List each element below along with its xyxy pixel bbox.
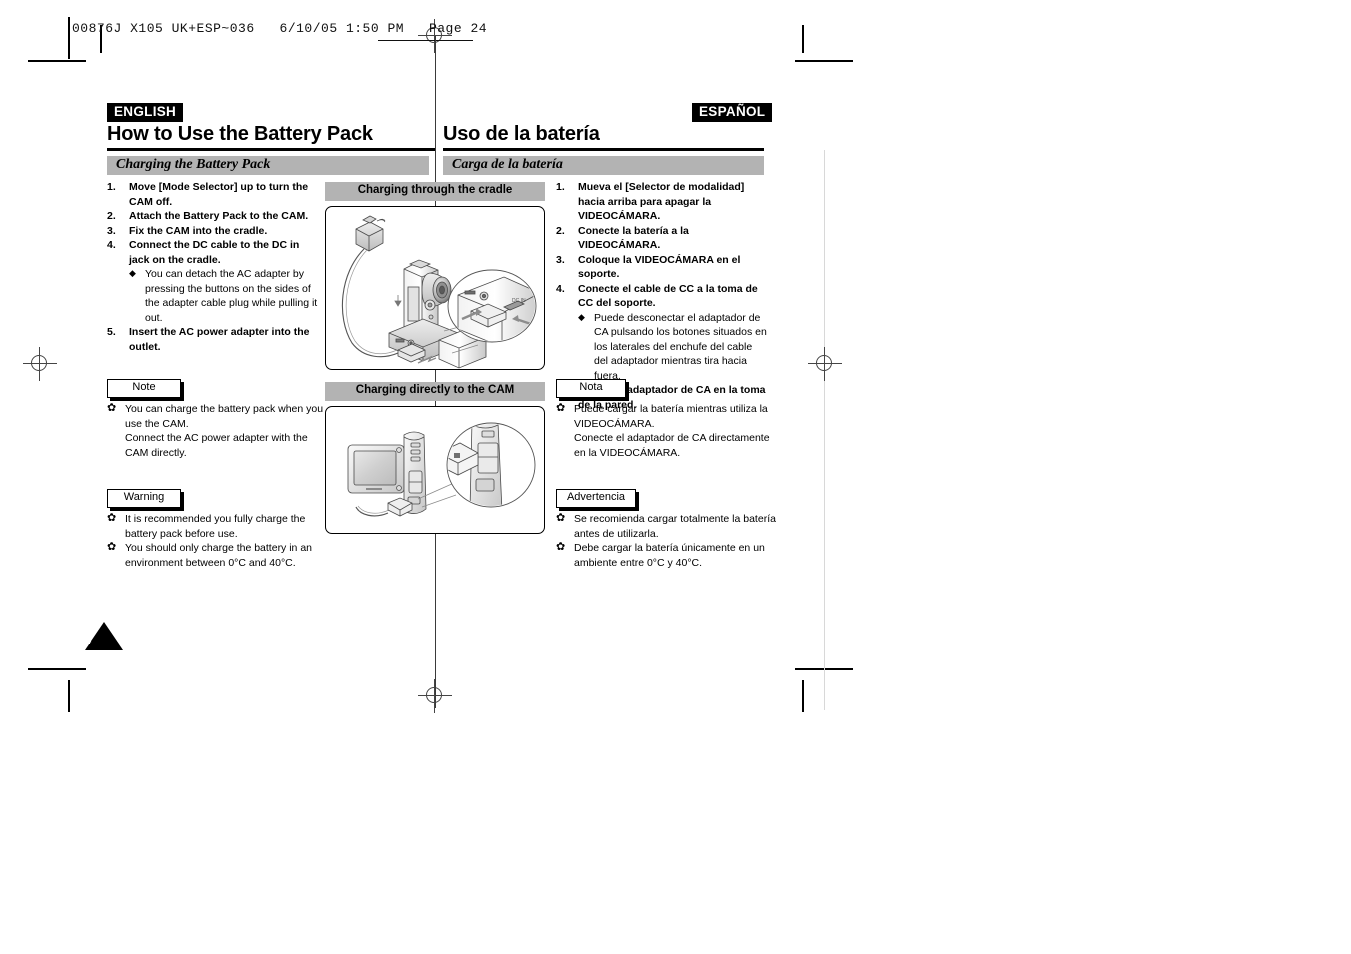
illustration-panel-cradle: DC IN: [325, 206, 545, 370]
diamond-bullet-icon: ◆: [129, 268, 136, 278]
step-item: 3. Fix the CAM into the cradle.: [107, 224, 319, 239]
step-number: 4.: [107, 239, 116, 251]
illustration-caption-1: Charging through the cradle: [325, 182, 545, 201]
language-badge-english: ENGLISH: [107, 103, 184, 122]
clover-bullet-icon: ✿: [107, 512, 117, 524]
steps-list-english: 1. Move [Mode Selector] up to turn the C…: [107, 180, 319, 354]
section-heading-spanish-text: Carga de la batería: [452, 157, 563, 172]
bullet-text: Se recomienda cargar totalmente la bater…: [574, 513, 776, 540]
step-text: Conecte el cable de CC a la toma de CC d…: [578, 282, 758, 310]
bullet-text: Debe cargar la batería únicamente en un …: [574, 542, 765, 569]
page-title-english: How to Use the Battery Pack: [107, 123, 373, 145]
warning-body-english: ✿ It is recommended you fully charge the…: [107, 512, 325, 570]
step-number: 2.: [556, 224, 565, 237]
step-number: 1.: [556, 181, 565, 193]
bullet-text: Puede cargar la batería mientras utiliza…: [574, 403, 768, 430]
step-text: Attach the Battery Pack to the CAM.: [129, 210, 309, 222]
column-divider: [435, 36, 436, 708]
steps-list-spanish: 1. Mueva el [Selector de modalidad] haci…: [556, 180, 768, 412]
clover-bullet-icon: ✿: [556, 541, 566, 553]
bullet-item: ✿ You should only charge the battery in …: [107, 541, 325, 570]
title-rule-spanish: [443, 148, 764, 151]
step-item: 3. Coloque la VIDEOCÁMARA en el soporte.: [556, 253, 768, 282]
substep-item: ◆ Puede desconectar el adaptador de CA p…: [556, 311, 768, 384]
step-number: 4.: [556, 282, 565, 295]
bullet-item: ✿ It is recommended you fully charge the…: [107, 512, 325, 541]
clover-bullet-icon: ✿: [556, 402, 566, 414]
note-label-english: Note: [132, 381, 156, 393]
step-text: Mueva el [Selector de modalidad] hacia a…: [578, 181, 745, 222]
substep-text: You can detach the AC adapter by pressin…: [145, 268, 318, 324]
bullet-item: ✿ Debe cargar la batería únicamente en u…: [556, 541, 778, 570]
diamond-bullet-icon: ◆: [578, 311, 585, 322]
section-heading-spanish: Carga de la batería: [443, 156, 764, 175]
bullet-continuation: Connect the AC power adapter with the CA…: [125, 432, 308, 459]
step-item: 4. Connect the DC cable to the DC in jac…: [107, 238, 319, 267]
bullet-item: ✿ Se recomienda cargar totalmente la bat…: [556, 512, 778, 541]
warning-label-spanish: Advertencia: [566, 491, 626, 503]
cradle-charging-illustration: DC IN: [341, 215, 537, 369]
step-item: 2. Conecte la batería a la VIDEOCÁMARA.: [556, 224, 768, 253]
step-item: 4. Conecte el cable de CC a la toma de C…: [556, 282, 768, 311]
step-text: Connect the DC cable to the DC in jack o…: [129, 239, 300, 266]
warning-label-box-spanish: Advertencia: [556, 489, 636, 508]
page-title-spanish: Uso de la batería: [443, 123, 600, 145]
note-body-spanish: ✿ Puede cargar la batería mientras utili…: [556, 402, 778, 460]
step-number: 3.: [107, 224, 116, 237]
step-text: Conecte la batería a la VIDEOCÁMARA.: [578, 224, 689, 252]
step-item: 1. Mueva el [Selector de modalidad] haci…: [556, 180, 768, 224]
warning-label-english: Warning: [123, 491, 165, 503]
clover-bullet-icon: ✿: [107, 541, 117, 553]
section-heading-english-text: Charging the Battery Pack: [116, 157, 271, 172]
clover-bullet-icon: ✿: [107, 402, 117, 414]
bullet-item: ✿ You can charge the battery pack when y…: [107, 402, 325, 431]
step-number: 2.: [107, 210, 116, 222]
note-label-box-english: Note: [107, 379, 181, 398]
step-text: Insert the AC power adapter into the out…: [129, 326, 310, 353]
step-text: Fix the CAM into the cradle.: [129, 224, 268, 237]
step-number: 3.: [556, 253, 565, 266]
page-number-text: 24: [78, 635, 92, 647]
note-body-english: ✿ You can charge the battery pack when y…: [107, 402, 325, 460]
note-label-spanish: Nota: [579, 381, 603, 393]
bullet-text: You can charge the battery pack when you…: [125, 403, 324, 430]
svg-text:DC IN: DC IN: [512, 298, 526, 304]
manual-page: ENGLISH How to Use the Battery Pack Char…: [0, 0, 1351, 954]
note-label-box-spanish: Nota: [556, 379, 626, 398]
substep-text: Puede desconectar el adaptador de CA pul…: [594, 311, 767, 382]
step-item: 2. Attach the Battery Pack to the CAM.: [107, 209, 319, 224]
step-item: 1. Move [Mode Selector] up to turn the C…: [107, 180, 319, 209]
illustration-panel-direct: [325, 406, 545, 534]
step-number: 1.: [107, 181, 116, 193]
step-text: Coloque la VIDEOCÁMARA en el soporte.: [578, 253, 741, 281]
step-number: 5.: [107, 326, 116, 338]
illustration-caption-2-text: Charging directly to the CAM: [355, 384, 515, 396]
warning-label-box-english: Warning: [107, 489, 181, 508]
language-badge-spanish: ESPAÑOL: [692, 103, 773, 122]
step-item: 5. Insert the AC power adapter into the …: [107, 325, 319, 354]
title-rule-english: [107, 148, 435, 151]
step-text: Move [Mode Selector] up to turn the CAM …: [129, 181, 309, 208]
illustration-caption-2: Charging directly to the CAM: [325, 382, 545, 401]
bullet-text: It is recommended you fully charge the b…: [125, 513, 306, 540]
bullet-text: You should only charge the battery in an…: [125, 542, 312, 569]
section-heading-english: Charging the Battery Pack: [107, 156, 429, 175]
clover-bullet-icon: ✿: [556, 512, 566, 524]
bullet-continuation: Conecte el adaptador de CA directamente …: [574, 432, 770, 459]
bullet-item: ✿ Puede cargar la batería mientras utili…: [556, 402, 778, 431]
substep-item: ◆ You can detach the AC adapter by press…: [107, 267, 319, 325]
direct-charging-illustration: [347, 422, 536, 517]
warning-body-spanish: ✿ Se recomienda cargar totalmente la bat…: [556, 512, 778, 570]
illustration-caption-1-text: Charging through the cradle: [357, 184, 513, 196]
